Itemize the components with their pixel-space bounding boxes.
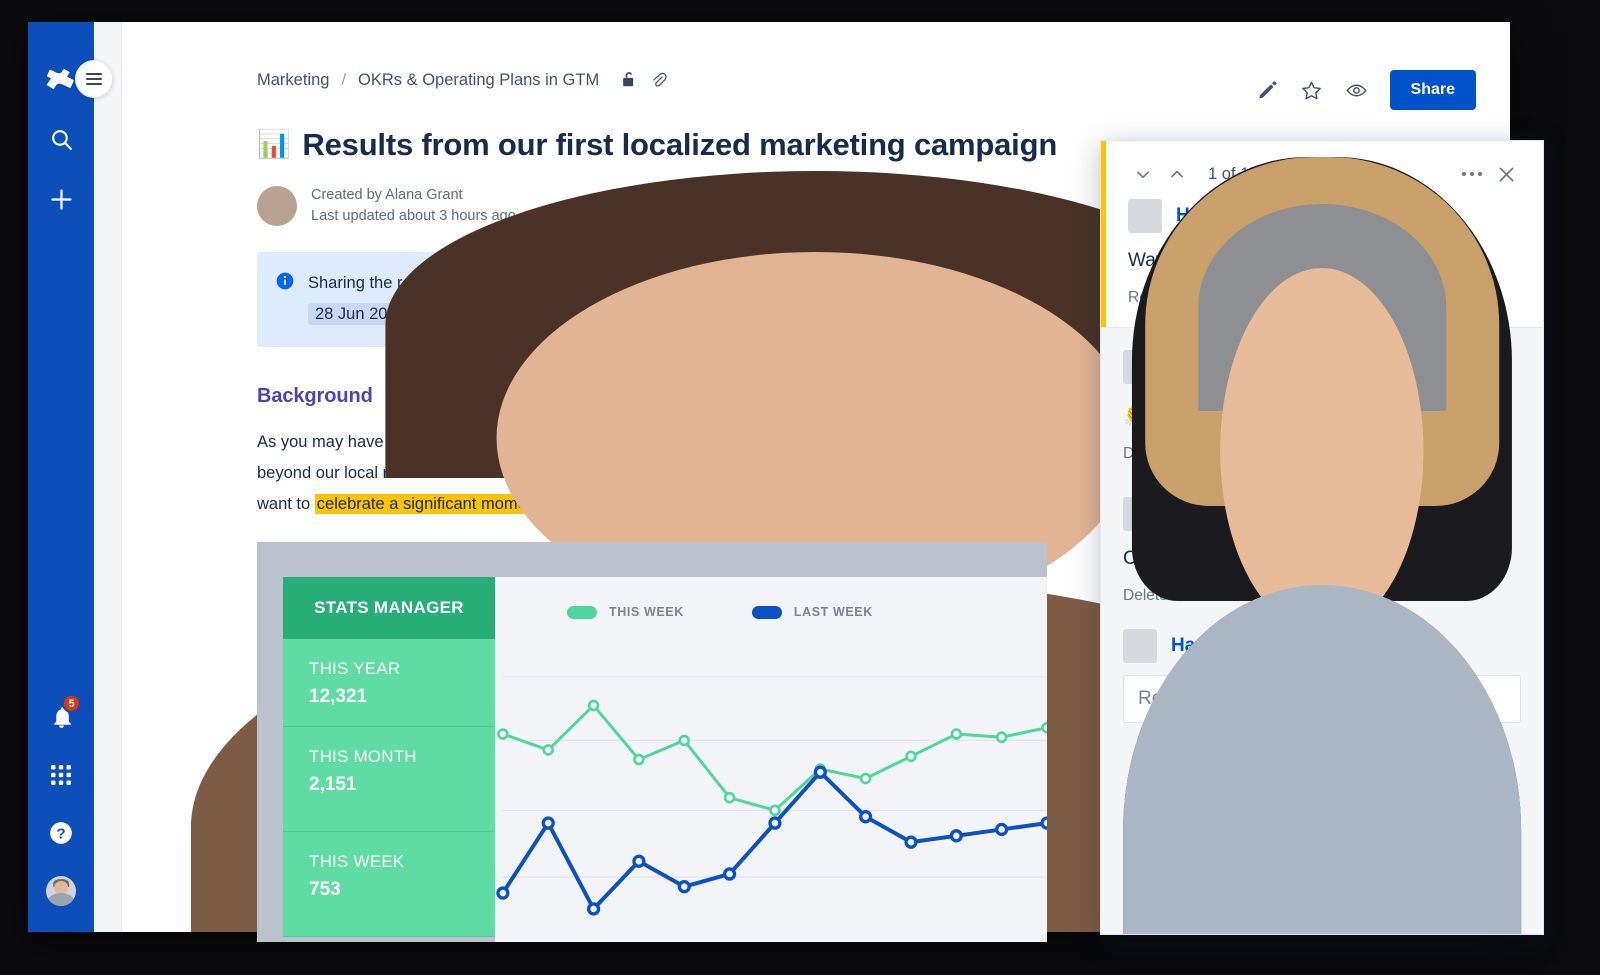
hamburger-icon [86,70,102,88]
stat-label: THIS YEAR [309,659,401,678]
chart-point [769,804,781,817]
notification-badge: 5 [62,694,81,713]
profile-avatar[interactable] [42,872,80,910]
chart-point [1041,721,1047,734]
chart-point [995,731,1008,744]
chart-point [496,886,510,900]
embedded-stats-chart[interactable]: STATS MANAGER THIS YEAR 12,321 THIS MONT… [257,542,1047,942]
help-icon[interactable]: ? [42,814,80,852]
stat-card-this-month: THIS MONTH 2,151 [283,727,495,832]
chart-line-last-week [500,770,1047,911]
unlock-icon[interactable] [619,70,639,90]
chart-point [586,902,601,916]
chart-point [949,829,963,843]
reply-block: Harvey Jones [1101,204,1543,934]
comment-thread: Emma Chan 👏👏👏👏 Delete • Edit • Like • ye… [1101,156,1543,934]
stat-label: THIS MONTH [309,747,417,766]
stat-card-this-week: THIS WEEK 753 [283,832,495,937]
chart-point [632,854,646,868]
line-chart-plot: THIS WEEK LAST WEEK [495,577,1047,942]
global-sidebar: 5 ? [28,22,94,932]
attachment-icon[interactable] [649,71,668,90]
chart-point [722,867,737,881]
search-icon[interactable] [42,120,80,158]
share-button[interactable]: Share [1389,70,1476,110]
legend-item-last-week: LAST WEEK [751,605,873,619]
chart-legend: THIS WEEK LAST WEEK [495,577,1047,619]
chart-point [541,816,555,830]
chart-point [587,699,600,712]
chart-point [678,734,690,747]
sidebar-toggle-button[interactable] [75,60,113,98]
svg-text:?: ? [56,825,65,842]
breadcrumb: Marketing / OKRs & Operating Plans in GT… [257,70,668,90]
chart-point [813,765,827,779]
chart-point [905,750,917,763]
breadcrumb-separator: / [341,70,347,89]
stats-manager-panel: STATS MANAGER THIS YEAR 12,321 THIS MONT… [283,577,495,942]
author-avatar[interactable] [190,170,1441,932]
header-actions: Share [1257,70,1476,110]
legend-item-this-week: THIS WEEK [567,605,684,619]
legend-label-this-week: THIS WEEK [609,605,684,619]
breadcrumb-page[interactable]: OKRs & Operating Plans in GTM [358,71,599,90]
chart-point [904,835,918,849]
page-header: Marketing / OKRs & Operating Plans in GT… [121,22,1510,122]
stat-value: 12,321 [309,686,368,707]
chart-point [633,753,645,766]
create-icon[interactable] [42,180,80,218]
chart-point [768,816,782,830]
watch-eye-icon[interactable] [1345,79,1368,102]
chart-point [542,744,554,756]
notifications-bell-icon[interactable]: 5 [42,694,81,736]
chart-point [859,810,873,824]
legend-swatch-this-week [567,605,597,619]
stats-manager-title: STATS MANAGER [283,577,495,639]
legend-swatch-last-week [751,605,782,619]
harvey-jones-avatar[interactable] [1123,204,1521,934]
chart-point [1040,816,1047,830]
legend-label-last-week: LAST WEEK [793,605,873,619]
chart-point [677,879,691,894]
chart-point [723,791,736,804]
chart-point [995,822,1009,837]
stat-label: THIS WEEK [309,852,405,871]
comments-panel: 1 of 1 Harvey Jones [1100,140,1544,935]
stat-card-this-year: THIS YEAR 12,321 [283,639,495,727]
app-switcher-icon[interactable] [42,756,80,794]
stat-value: 753 [309,879,341,900]
edit-pencil-icon[interactable] [1257,80,1278,101]
chart-line-this-week [501,703,1047,812]
stat-value: 2,151 [309,774,357,795]
star-icon[interactable] [1300,79,1323,102]
chart-svg [496,676,1047,916]
chart-point [950,728,963,740]
chart-point [859,772,872,785]
breadcrumb-space[interactable]: Marketing [257,71,329,90]
chart-point [497,728,509,740]
